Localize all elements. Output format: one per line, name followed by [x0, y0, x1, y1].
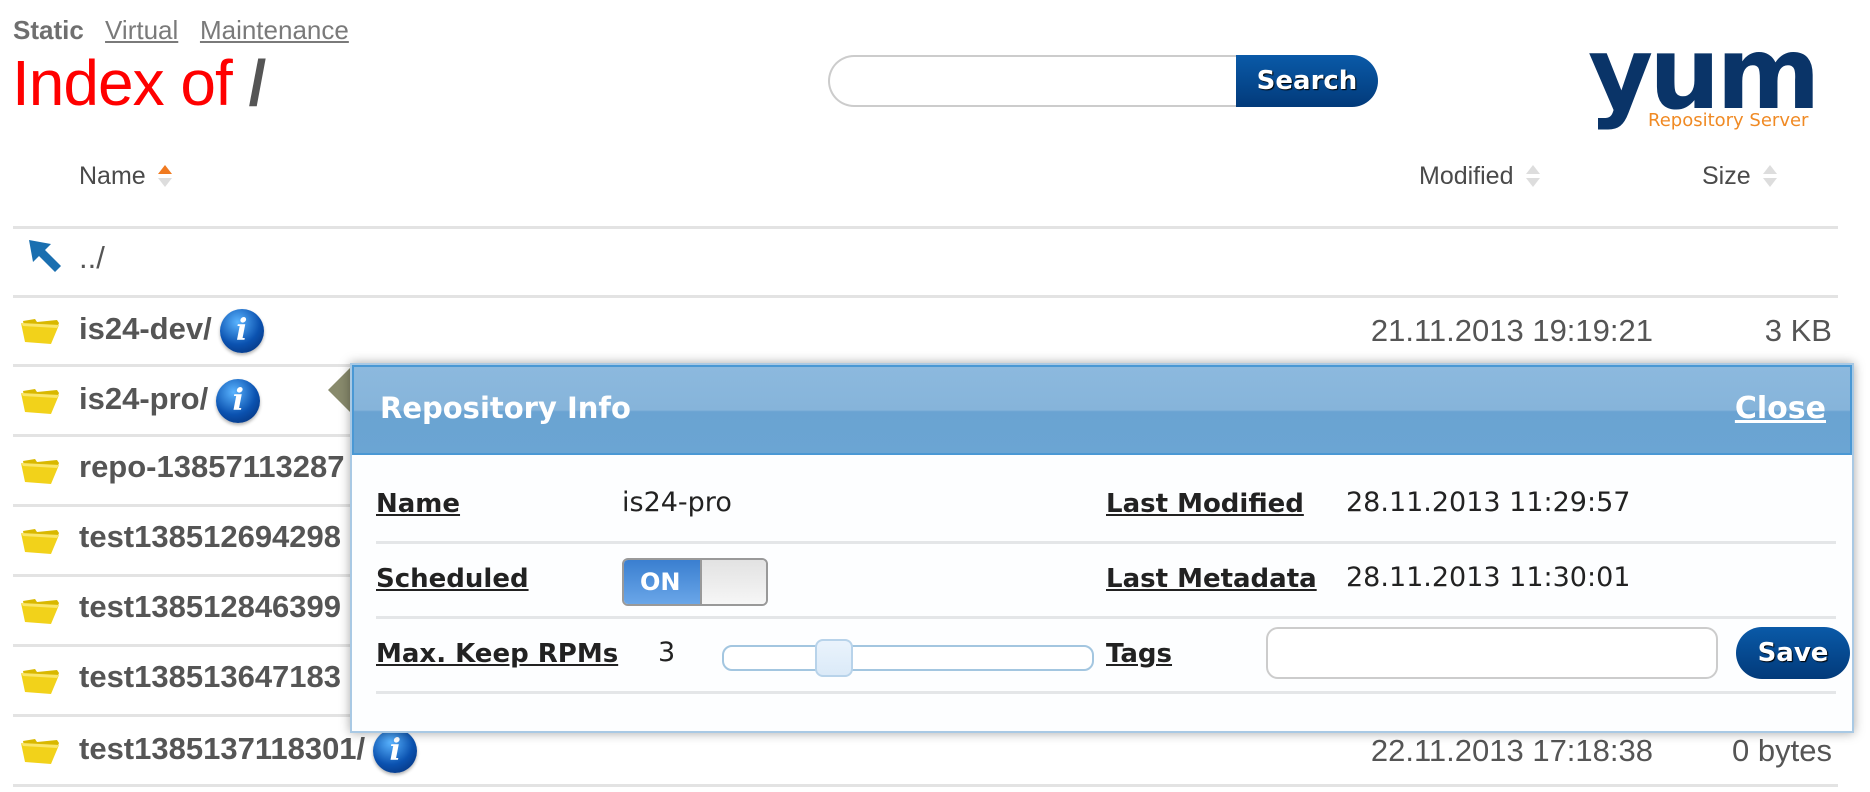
- row-name-link[interactable]: repo-13857113287: [79, 449, 344, 485]
- last-modified-value: 28.11.2013 11:29:57: [1346, 487, 1631, 518]
- name-label: Name: [376, 489, 461, 519]
- tags-label: Tags: [1106, 639, 1173, 669]
- table-row[interactable]: ../: [13, 228, 1838, 298]
- folder-icon: [21, 315, 61, 345]
- info-row-keep: Max. Keep RPMs 3 Tags Save: [376, 619, 1850, 694]
- column-header-name[interactable]: Name: [79, 162, 172, 191]
- info-row-name: Name is24-pro Last Modified 28.11.2013 1…: [376, 469, 1836, 544]
- row-name: test138512694298: [79, 519, 342, 554]
- folder-icon: [21, 455, 61, 485]
- row-name: repo-13857113287: [79, 449, 345, 484]
- title-prefix: Index of: [12, 47, 233, 119]
- row-name: test1385137118301/: [79, 731, 366, 767]
- sort-icon: [1762, 165, 1777, 189]
- column-label: Name: [79, 162, 146, 190]
- last-metadata-label: Last Metadata: [1106, 564, 1317, 594]
- last-metadata-value: 28.11.2013 11:30:01: [1346, 562, 1631, 593]
- row-name-link[interactable]: is24-pro/i: [79, 379, 261, 423]
- last-modified-label: Last Modified: [1106, 489, 1304, 519]
- row-name: is24-pro/: [79, 381, 209, 417]
- logo-subtitle: Repository Server: [1648, 110, 1809, 131]
- folder-icon: [21, 665, 61, 695]
- nav-virtual[interactable]: Virtual: [105, 15, 178, 45]
- row-size: 0 bytes: [1732, 733, 1832, 768]
- row-name: ../: [79, 240, 105, 275]
- row-modified: 21.11.2013 19:19:21: [1370, 313, 1653, 348]
- max-keep-value: 3: [658, 637, 676, 668]
- row-name: test138512846399: [79, 589, 342, 624]
- top-nav: Static Virtual Maintenance: [13, 15, 349, 46]
- tags-input[interactable]: [1266, 627, 1718, 679]
- column-header-size[interactable]: Size: [1702, 162, 1777, 191]
- row-name-link[interactable]: test138512694298: [79, 519, 341, 555]
- max-keep-slider[interactable]: [722, 639, 1094, 677]
- folder-icon: [21, 735, 61, 765]
- page-title: Index of /: [12, 46, 267, 120]
- nav-maintenance[interactable]: Maintenance: [200, 15, 349, 45]
- save-button[interactable]: Save: [1736, 627, 1850, 679]
- folder-icon: [21, 595, 61, 625]
- search-button[interactable]: Search: [1236, 55, 1378, 107]
- table-header: Name Modified Size: [13, 150, 1838, 229]
- sort-icon: [1525, 165, 1540, 189]
- close-button[interactable]: Close: [1735, 391, 1826, 426]
- column-label: Size: [1702, 162, 1751, 190]
- info-icon[interactable]: i: [216, 379, 261, 423]
- column-header-modified[interactable]: Modified: [1419, 162, 1540, 191]
- parent-directory-arrow-icon: [25, 236, 65, 276]
- folder-icon: [21, 385, 61, 415]
- name-value: is24-pro: [622, 487, 732, 518]
- toggle-on-label: ON: [624, 560, 700, 604]
- row-name: is24-dev/: [79, 311, 212, 347]
- popup-pointer: [328, 368, 350, 412]
- logo-text: yum: [1588, 15, 1821, 132]
- nav-static[interactable]: Static: [13, 15, 84, 45]
- row-size: 3 KB: [1764, 313, 1832, 348]
- popup-title: Repository Info: [380, 391, 631, 425]
- toggle-knob[interactable]: [700, 560, 766, 604]
- folder-icon: [21, 525, 61, 555]
- sort-icon: [157, 165, 172, 189]
- table-row[interactable]: is24-dev/i 21.11.2013 19:19:21 3 KB: [13, 297, 1838, 367]
- info-icon[interactable]: i: [373, 729, 418, 773]
- scheduled-label: Scheduled: [376, 564, 529, 594]
- row-name: test138513647183: [79, 659, 342, 694]
- row-name-link[interactable]: test138512846399: [79, 589, 341, 625]
- scheduled-toggle[interactable]: ON: [622, 558, 768, 606]
- row-name-link[interactable]: test1385137118301/i: [79, 729, 418, 773]
- max-keep-label: Max. Keep RPMs: [376, 639, 619, 669]
- yum-logo: yum Repository Server: [1588, 15, 1828, 135]
- row-name-link[interactable]: test138513647183: [79, 659, 341, 695]
- repository-info-popup: Repository Info Close Name is24-pro Last…: [350, 363, 1854, 733]
- column-label: Modified: [1419, 162, 1514, 190]
- row-name-link[interactable]: ../: [79, 240, 105, 276]
- title-path: /: [248, 47, 267, 119]
- row-name-link[interactable]: is24-dev/i: [79, 309, 264, 353]
- info-icon[interactable]: i: [219, 309, 264, 353]
- search-input[interactable]: [828, 55, 1290, 107]
- slider-handle[interactable]: [815, 639, 854, 677]
- popup-header: Repository Info Close: [352, 365, 1852, 455]
- row-modified: 22.11.2013 17:18:38: [1370, 733, 1653, 768]
- info-row-scheduled: Scheduled ON Last Metadata 28.11.2013 11…: [376, 544, 1836, 619]
